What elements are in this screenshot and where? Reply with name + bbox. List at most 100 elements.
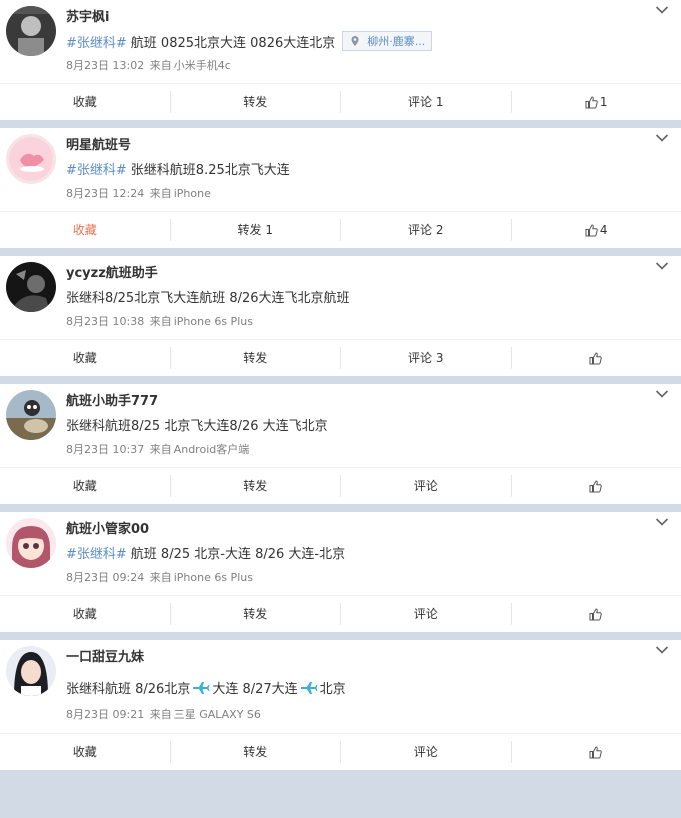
- post-text: 张继科航班8/25 北京飞大连8/26 大连飞北京: [66, 415, 328, 434]
- post-card: 一口甜豆九妹 张继科航班 8/26北京 大连 8/27大连 北京 8月23日 0…: [0, 640, 681, 770]
- post-text: #张继科# 航班 0825北京大连 0826大连北京 柳州·鹿寨...: [66, 31, 433, 51]
- repost-button[interactable]: 转发: [169, 603, 341, 625]
- favorite-button[interactable]: 收藏: [0, 91, 170, 113]
- repost-button[interactable]: 转发 1: [169, 219, 341, 241]
- avatar[interactable]: [6, 518, 56, 568]
- post-text: #张继科# 航班 8/25 北京-大连 8/26 大连-北京: [66, 543, 345, 562]
- thumbs-up-icon: [589, 745, 602, 758]
- chevron-down-icon[interactable]: [655, 389, 669, 399]
- post-card: 航班小管家00 #张继科# 航班 8/25 北京-大连 8/26 大连-北京 8…: [0, 512, 681, 632]
- post-card: 明星航班号 #张继科# 张继科航班8.25北京飞大连 8月23日 12:24 来…: [0, 128, 681, 248]
- like-button[interactable]: [510, 347, 681, 369]
- chevron-down-icon[interactable]: [655, 133, 669, 143]
- repost-button[interactable]: 转发: [169, 347, 341, 369]
- location-pin-icon: [351, 36, 359, 46]
- post-meta: 8月23日 10:38 来自 iPhone 6s Plus: [66, 313, 253, 329]
- source: Android客户端: [173, 443, 250, 456]
- repost-button[interactable]: 转发: [169, 475, 341, 497]
- comment-button[interactable]: 评论: [340, 741, 511, 763]
- like-button[interactable]: [510, 603, 681, 625]
- action-bar: 收藏 转发 评论: [0, 595, 681, 632]
- favorite-button[interactable]: 收藏: [0, 603, 170, 625]
- timestamp[interactable]: 8月23日 13:02: [66, 59, 144, 72]
- source-prefix: 来自: [149, 315, 172, 328]
- post-body: 张继科8/25北京飞大连航班 8/26大连飞北京航班: [66, 291, 350, 306]
- avatar[interactable]: [6, 646, 56, 696]
- post-body: 张继科航班8/25 北京飞大连8/26 大连飞北京: [66, 419, 328, 434]
- comment-button[interactable]: 评论: [340, 603, 511, 625]
- avatar[interactable]: [6, 390, 56, 440]
- action-bar: 收藏 转发 评论 3: [0, 339, 681, 376]
- username[interactable]: 明星航班号: [66, 134, 131, 153]
- source-prefix: 来自: [149, 571, 172, 584]
- action-bar: 收藏 转发 评论: [0, 733, 681, 770]
- thumbs-up-icon: [589, 479, 602, 492]
- source-prefix: 来自: [149, 59, 172, 72]
- timestamp[interactable]: 8月23日 10:38: [66, 315, 144, 328]
- comment-button[interactable]: 评论 3: [340, 347, 511, 369]
- topic-link[interactable]: #张继科#: [66, 32, 127, 51]
- timestamp[interactable]: 8月23日 09:21: [66, 708, 144, 721]
- avatar[interactable]: [6, 6, 56, 56]
- source: iPhone 6s Plus: [173, 571, 253, 584]
- thumbs-up-icon: [585, 95, 598, 108]
- airplane-emoji-icon: [300, 681, 318, 694]
- username[interactable]: 一口甜豆九妹: [66, 646, 144, 665]
- post-card: 苏宇枫i #张继科# 航班 0825北京大连 0826大连北京 柳州·鹿寨...…: [0, 0, 681, 120]
- repost-button[interactable]: 转发: [169, 741, 341, 763]
- location-tag[interactable]: 柳州·鹿寨...: [342, 31, 433, 51]
- chevron-down-icon[interactable]: [655, 261, 669, 271]
- like-button[interactable]: [510, 741, 681, 763]
- post-card: 航班小助手777 张继科航班8/25 北京飞大连8/26 大连飞北京 8月23日…: [0, 384, 681, 504]
- chevron-down-icon[interactable]: [655, 517, 669, 527]
- post-text: 张继科航班 8/26北京 大连 8/27大连 北京: [66, 678, 346, 697]
- favorite-button[interactable]: 收藏: [0, 219, 170, 241]
- like-button[interactable]: 4: [510, 219, 681, 241]
- airplane-emoji-icon: [193, 681, 210, 694]
- post-meta: 8月23日 10:37 来自 Android客户端: [66, 441, 249, 457]
- topic-link[interactable]: #张继科#: [66, 543, 127, 562]
- timestamp[interactable]: 8月23日 12:24: [66, 187, 144, 200]
- source: 三星 GALAXY S6: [173, 708, 261, 721]
- like-button[interactable]: 1: [510, 91, 681, 113]
- action-bar: 收藏 转发 评论 1 1: [0, 83, 681, 120]
- post-meta: 8月23日 09:24 来自 iPhone 6s Plus: [66, 569, 253, 585]
- username[interactable]: ycyzz航班助手: [66, 262, 158, 281]
- favorite-button[interactable]: 收藏: [0, 347, 170, 369]
- chevron-down-icon[interactable]: [655, 5, 669, 15]
- post-body-part: 大连 8/27大连: [212, 682, 298, 697]
- comment-button[interactable]: 评论 2: [340, 219, 511, 241]
- avatar[interactable]: [6, 262, 56, 312]
- source: 小米手机4c: [173, 59, 231, 72]
- location-label: 柳州·鹿寨...: [367, 35, 426, 48]
- post-meta: 8月23日 13:02 来自 小米手机4c: [66, 57, 231, 73]
- like-button[interactable]: [510, 475, 681, 497]
- chevron-down-icon[interactable]: [655, 645, 669, 655]
- source: iPhone 6s Plus: [173, 315, 253, 328]
- username[interactable]: 航班小助手777: [66, 390, 158, 409]
- favorite-button[interactable]: 收藏: [0, 475, 170, 497]
- source-prefix: 来自: [149, 708, 172, 721]
- username[interactable]: 苏宇枫i: [66, 6, 109, 25]
- like-count: 1: [599, 95, 608, 109]
- favorite-button[interactable]: 收藏: [0, 741, 170, 763]
- avatar[interactable]: [6, 134, 56, 184]
- source-prefix: 来自: [149, 187, 172, 200]
- timestamp[interactable]: 8月23日 10:37: [66, 443, 144, 456]
- post-body-part: 北京: [319, 682, 346, 697]
- action-bar: 收藏 转发 评论: [0, 467, 681, 504]
- post-text: #张继科# 张继科航班8.25北京飞大连: [66, 159, 290, 178]
- topic-link[interactable]: #张继科#: [66, 159, 127, 178]
- source-prefix: 来自: [149, 443, 172, 456]
- post-body: 张继科航班8.25北京飞大连: [130, 163, 290, 178]
- comment-button[interactable]: 评论: [340, 475, 511, 497]
- repost-button[interactable]: 转发: [169, 91, 341, 113]
- post-text: 张继科8/25北京飞大连航班 8/26大连飞北京航班: [66, 287, 350, 306]
- username[interactable]: 航班小管家00: [66, 518, 149, 537]
- comment-button[interactable]: 评论 1: [340, 91, 511, 113]
- timestamp[interactable]: 8月23日 09:24: [66, 571, 144, 584]
- source: iPhone: [173, 187, 211, 200]
- post-body: 航班 0825北京大连 0826大连北京: [130, 35, 336, 51]
- like-count: 4: [599, 223, 608, 237]
- weibo-feed: 苏宇枫i #张继科# 航班 0825北京大连 0826大连北京 柳州·鹿寨...…: [0, 0, 681, 770]
